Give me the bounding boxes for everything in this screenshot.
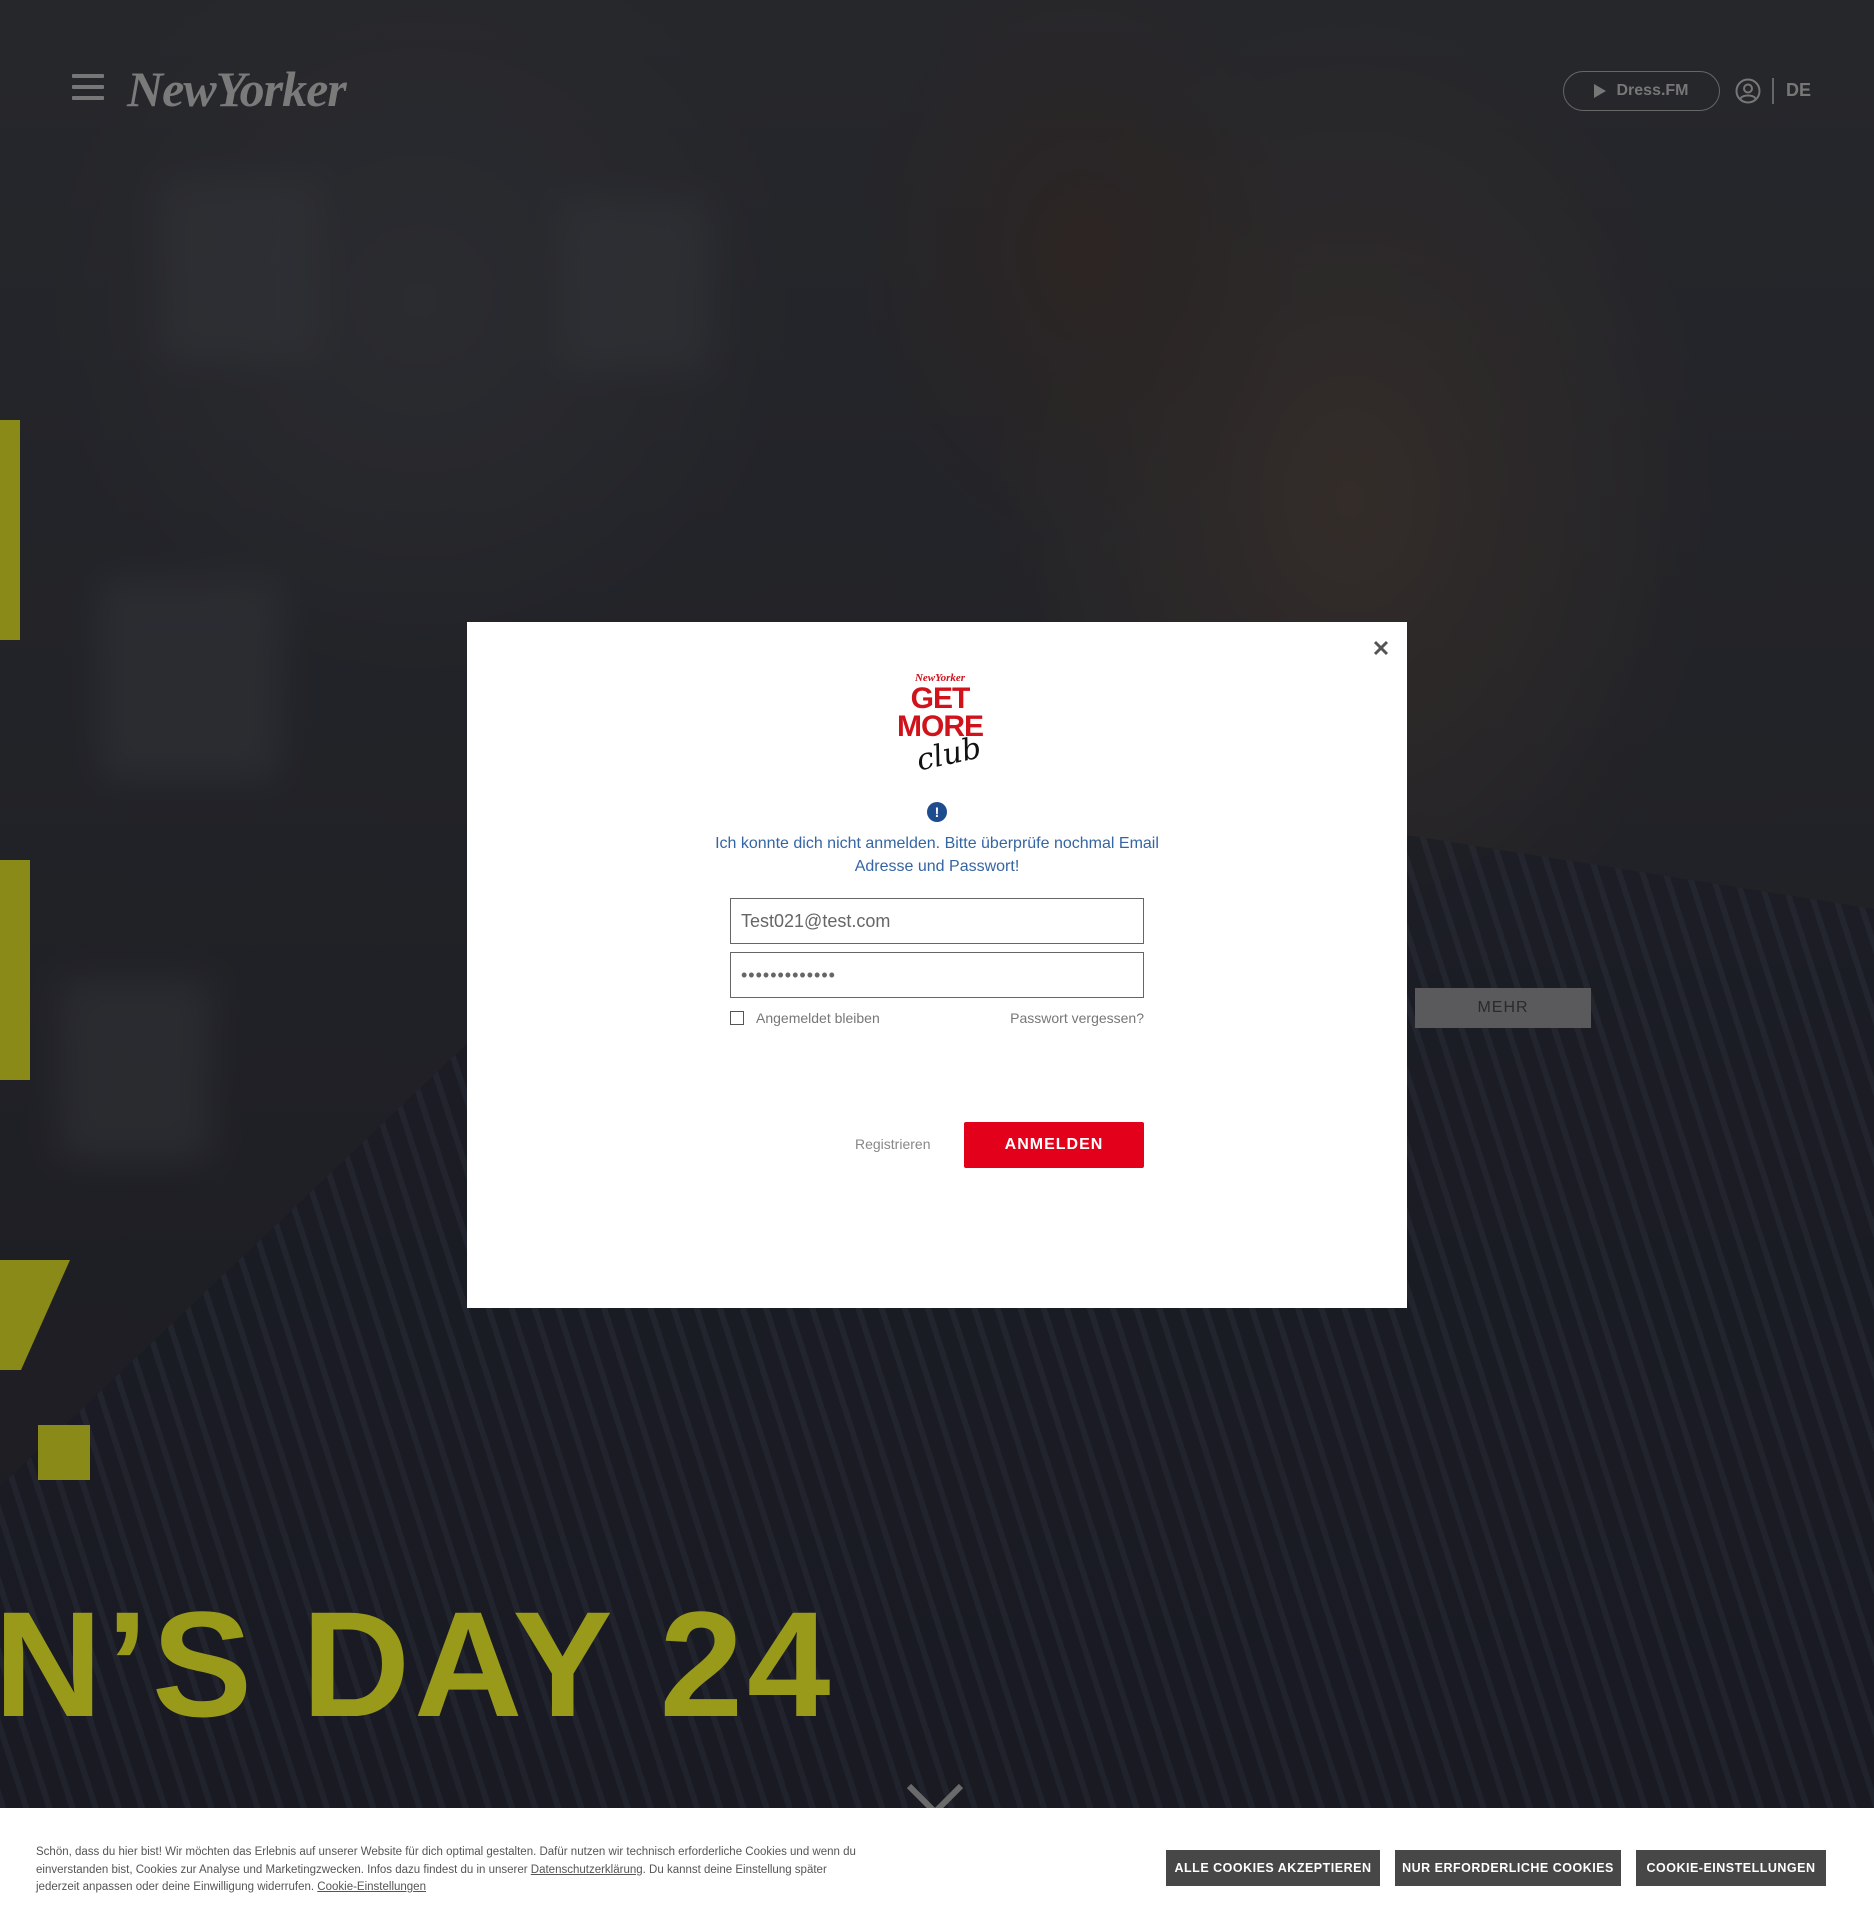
cookie-settings-button[interactable]: COOKIE-EINSTELLUNGEN <box>1636 1850 1826 1886</box>
error-message: Ich konnte dich nicht anmelden. Bitte üb… <box>715 835 1159 875</box>
required-cookies-only-button[interactable]: NUR ERFORDERLICHE COOKIES <box>1395 1850 1621 1886</box>
more-button[interactable]: MEHR <box>1415 988 1591 1028</box>
hamburger-icon[interactable] <box>72 74 104 106</box>
cookie-text: Schön, dass du hier bist! Wir möchten da… <box>36 1844 856 1897</box>
get-more-club-logo: NewYorker GET MORE club <box>885 672 995 782</box>
password-field[interactable]: ••••••••••••• <box>730 952 1144 998</box>
site-logo[interactable]: NewYorker <box>127 60 347 118</box>
login-modal: NewYorker GET MORE club ! Ich konnte dic… <box>467 622 1407 1308</box>
hero-headline: N’S DAY 24 <box>0 1580 835 1748</box>
header-divider <box>1772 78 1774 104</box>
headline-glyph <box>38 1425 90 1480</box>
dressfm-button[interactable]: Dress.FM <box>1563 71 1720 111</box>
exclamation-circle-icon: ! <box>927 802 947 822</box>
cookie-settings-link[interactable]: Cookie-Einstellungen <box>317 1881 426 1893</box>
privacy-policy-link[interactable]: Datenschutzerklärung <box>531 1864 643 1876</box>
site-header: NewYorker Dress.FM DE <box>0 0 1874 180</box>
headline-glyph <box>0 420 20 640</box>
checkbox-box[interactable] <box>730 1011 744 1025</box>
remember-me-checkbox[interactable]: Angemeldet bleiben <box>730 1010 880 1026</box>
close-icon[interactable] <box>1369 636 1393 660</box>
play-icon <box>1594 84 1607 98</box>
user-circle-icon[interactable] <box>1735 78 1761 104</box>
language-selector[interactable]: DE <box>1786 80 1811 101</box>
register-link[interactable]: Registrieren <box>855 1136 930 1152</box>
headline-glyph <box>0 860 30 1080</box>
login-button[interactable]: ANMELDEN <box>964 1122 1144 1168</box>
dressfm-label: Dress.FM <box>1616 82 1689 99</box>
email-field[interactable]: Test021@test.com <box>730 898 1144 944</box>
forgot-password-link[interactable]: Passwort vergessen? <box>1010 1010 1144 1026</box>
remember-me-label: Angemeldet bleiben <box>756 1010 880 1026</box>
accept-all-cookies-button[interactable]: ALLE COOKIES AKZEPTIEREN <box>1166 1850 1380 1886</box>
cookie-banner: Schön, dass du hier bist! Wir möchten da… <box>0 1808 1874 1931</box>
